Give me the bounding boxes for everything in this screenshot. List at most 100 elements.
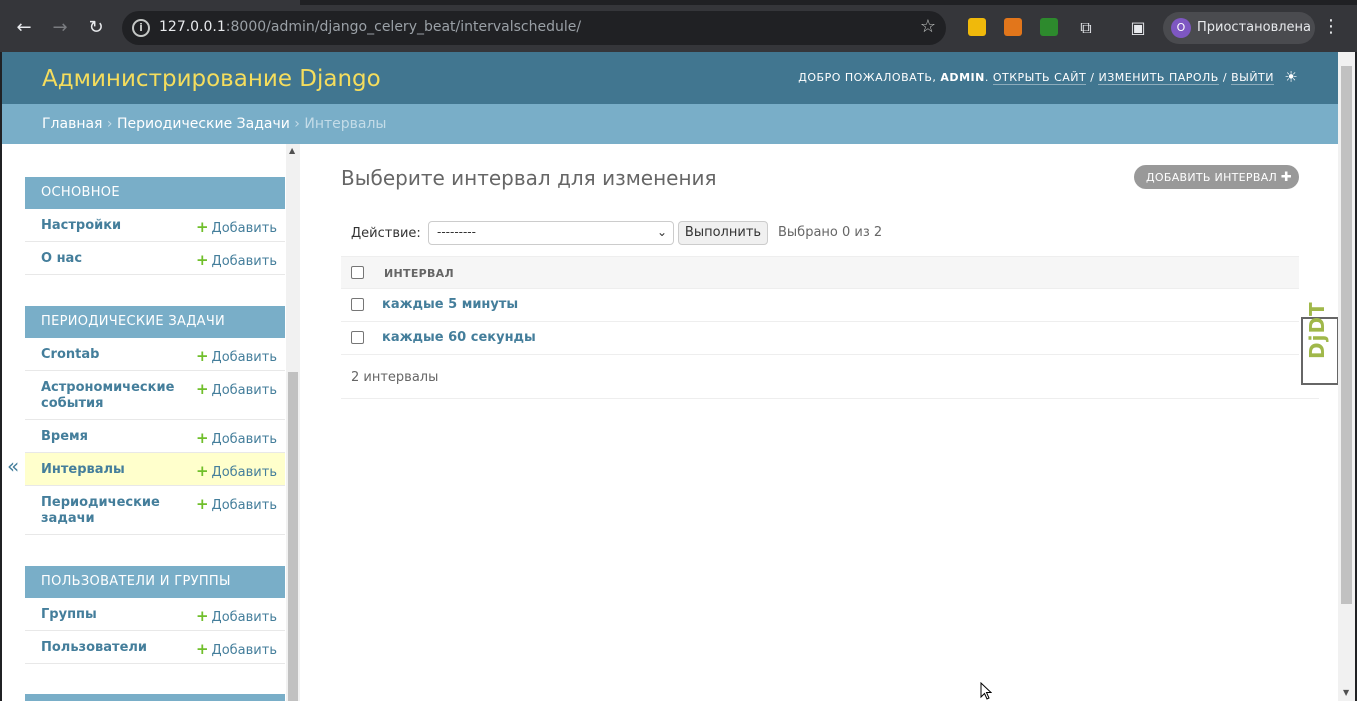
scrollbar-thumb[interactable]: [288, 372, 298, 701]
sidebar-item-label[interactable]: Crontab: [41, 347, 191, 363]
actions-bar: Действие: --------- ⌄ Выполнить Выбрано 0…: [341, 214, 1299, 256]
add-label: Добавить: [211, 350, 277, 365]
address-bar[interactable]: i 127.0.0.1:8000/admin/django_celery_bea…: [122, 11, 946, 45]
side-panel-icon[interactable]: ▣: [1126, 16, 1150, 40]
url-text[interactable]: 127.0.0.1:8000/admin/django_celery_beat/…: [159, 19, 581, 35]
sidebar-item-label[interactable]: Время: [41, 429, 191, 445]
sidebar-item-settings: Настройки + Добавить: [25, 209, 285, 242]
add-link[interactable]: + Добавить: [196, 607, 277, 625]
add-label: Добавить: [211, 432, 277, 447]
extensions-icon[interactable]: ⧉: [1074, 16, 1098, 40]
plus-icon: +: [195, 462, 209, 480]
scroll-up-icon[interactable]: ▲: [289, 146, 295, 155]
extension-green-icon[interactable]: [1040, 18, 1058, 36]
welcome-text: ДОБРО ПОЖАЛОВАТЬ,: [798, 71, 941, 84]
add-link[interactable]: + Добавить: [196, 251, 277, 269]
sidebar-toggle[interactable]: «: [7, 454, 19, 478]
add-link[interactable]: + Добавить: [196, 347, 277, 365]
add-interval-button[interactable]: ДОБАВИТЬ ИНТЕРВАЛ ✚: [1134, 165, 1299, 189]
module-caption[interactable]: ПОЛЬЗОВАТЕЛИ И ГРУППЫ: [25, 566, 285, 598]
module-auth: ПОЛЬЗОВАТЕЛИ И ГРУППЫ Группы + Добавить П…: [25, 566, 285, 664]
sidebar-item-label[interactable]: Группы: [41, 607, 191, 623]
change-password-link[interactable]: ИЗМЕНИТЬ ПАРОЛЬ: [1098, 71, 1219, 85]
back-icon[interactable]: ←: [12, 16, 36, 40]
row-checkbox[interactable]: [351, 298, 364, 311]
logout-link[interactable]: ВЫЙТИ: [1231, 71, 1274, 85]
sidebar-item-periodic-tasks: Периодические задачи + Добавить: [25, 486, 285, 535]
scrollbar-thumb[interactable]: [1341, 66, 1352, 604]
selection-counter: Выбрано 0 из 2: [778, 225, 883, 240]
plus-icon: +: [195, 380, 209, 398]
profile-label: Приостановлена: [1197, 20, 1312, 35]
add-link[interactable]: + Добавить: [196, 462, 277, 480]
plus-icon: +: [195, 218, 209, 236]
username: ADMIN: [940, 71, 985, 84]
sidebar-item-groups: Группы + Добавить: [25, 598, 285, 631]
action-select[interactable]: --------- ⌄: [428, 221, 674, 245]
row-link[interactable]: каждые 5 минуты: [382, 297, 518, 312]
user-tools: ДОБРО ПОЖАЛОВАТЬ, ADMIN. ОТКРЫТЬ САЙТ / …: [798, 71, 1274, 85]
add-label: Добавить: [211, 221, 277, 236]
module-caption[interactable]: ПЕРИОДИЧЕСКИЕ ЗАДАЧИ: [25, 306, 285, 338]
reload-icon[interactable]: ↻: [84, 16, 108, 40]
kebab-menu-icon[interactable]: ⋮: [1322, 16, 1340, 37]
djdt-label: DjDT: [1305, 301, 1329, 359]
plus-icon: ✚: [1280, 170, 1293, 185]
site-header: Администрирование Django ДОБРО ПОЖАЛОВАТ…: [2, 52, 1338, 104]
add-label: Добавить: [211, 254, 277, 269]
add-label: Добавить: [211, 383, 277, 398]
page-scrollbar[interactable]: ▼: [1338, 52, 1355, 701]
add-label: Добавить: [211, 498, 277, 513]
add-link[interactable]: + Добавить: [196, 495, 277, 513]
site-brand[interactable]: Администрирование Django: [42, 66, 381, 92]
sidebar-item-label[interactable]: Пользователи: [41, 640, 191, 656]
breadcrumb-current: Интервалы: [304, 116, 387, 132]
sidebar-item-intervals: Интервалы + Добавить: [25, 453, 285, 486]
sidebar-scrollbar[interactable]: ▲: [286, 144, 300, 701]
row-checkbox[interactable]: [351, 331, 364, 344]
sidebar-item-label[interactable]: Астрономические события: [41, 380, 191, 412]
select-all-checkbox[interactable]: [351, 266, 364, 279]
extension-metamask-icon[interactable]: [1004, 18, 1022, 36]
breadcrumb-separator: ›: [102, 116, 117, 132]
add-link[interactable]: + Добавить: [196, 640, 277, 658]
extension-binance-icon[interactable]: [968, 18, 986, 36]
add-label: Добавить: [211, 610, 277, 625]
breadcrumb-app[interactable]: Периодические Задачи: [117, 116, 290, 132]
add-interval-label: ДОБАВИТЬ ИНТЕРВАЛ: [1146, 171, 1278, 184]
scroll-down-icon[interactable]: ▼: [1343, 688, 1349, 697]
action-label: Действие:: [351, 226, 421, 241]
separator: /: [1086, 71, 1099, 84]
forward-icon[interactable]: →: [48, 16, 72, 40]
add-link[interactable]: + Добавить: [196, 218, 277, 236]
page: Администрирование Django ДОБРО ПОЖАЛОВАТ…: [2, 52, 1355, 701]
table-header: ИНТЕРВАЛ: [341, 256, 1299, 289]
table-row: каждые 60 секунды: [341, 322, 1299, 355]
add-link[interactable]: + Добавить: [196, 380, 277, 398]
row-link[interactable]: каждые 60 секунды: [382, 330, 536, 345]
module-caption-next: [25, 694, 285, 701]
sidebar-item-label[interactable]: Периодические задачи: [41, 495, 191, 527]
debug-toolbar-handle[interactable]: DjDT: [1301, 301, 1339, 385]
sidebar-item-label[interactable]: Настройки: [41, 218, 191, 234]
sidebar-item-label[interactable]: Интервалы: [41, 462, 191, 478]
module-periodic-tasks: ПЕРИОДИЧЕСКИЕ ЗАДАЧИ Crontab + Добавить А…: [25, 306, 285, 535]
module-caption[interactable]: ОСНОВНОЕ: [25, 177, 285, 209]
site-info-icon[interactable]: i: [132, 19, 150, 37]
breadcrumb: Главная › Периодические Задачи › Интерва…: [2, 104, 1338, 144]
profile-button[interactable]: О Приостановлена: [1163, 12, 1315, 44]
browser-toolbar: ← → ↻ i 127.0.0.1:8000/admin/django_cele…: [0, 0, 1357, 52]
run-action-button[interactable]: Выполнить: [678, 221, 768, 245]
add-link[interactable]: + Добавить: [196, 429, 277, 447]
sidebar-item-label[interactable]: О нас: [41, 251, 191, 267]
theme-toggle-icon[interactable]: ☀: [1282, 68, 1300, 86]
sidebar-item-crontab: Crontab + Добавить: [25, 338, 285, 371]
breadcrumb-home[interactable]: Главная: [42, 116, 102, 132]
view-site-link[interactable]: ОТКРЫТЬ САЙТ: [992, 71, 1087, 85]
action-select-value: ---------: [437, 225, 476, 239]
bookmark-star-icon[interactable]: ☆: [920, 16, 936, 37]
page-title: Выберите интервал для изменения: [341, 166, 717, 190]
breadcrumb-separator: ›: [289, 116, 305, 132]
active-tab[interactable]: [0, 0, 300, 5]
column-header-interval[interactable]: ИНТЕРВАЛ: [384, 267, 454, 280]
